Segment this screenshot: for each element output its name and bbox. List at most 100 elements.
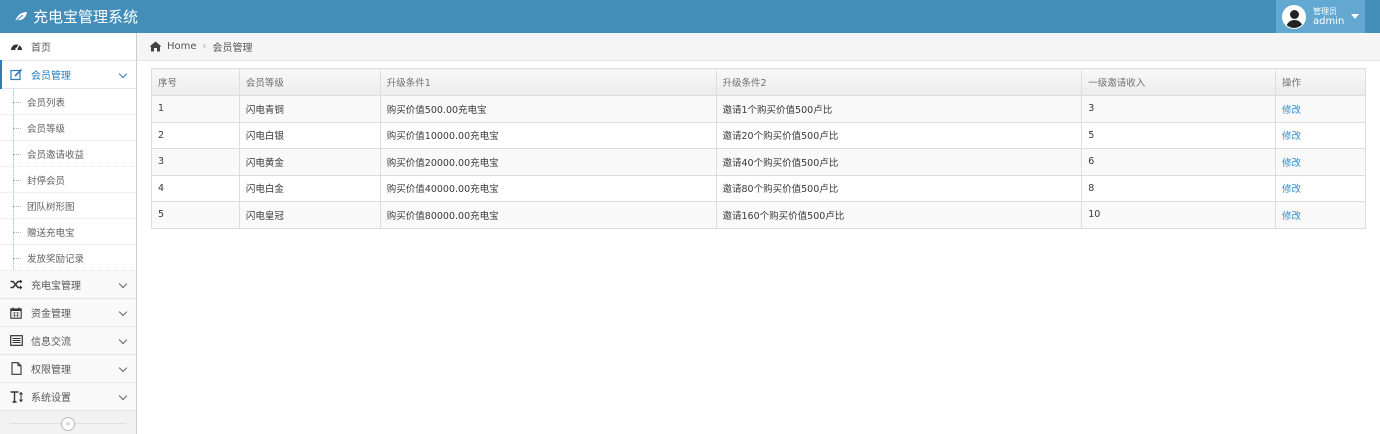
sidebar-item-member-management[interactable]: 会员管理 (0, 60, 136, 89)
cell-condition2: 邀请160个购买价值500卢比 (715, 201, 1083, 229)
user-info: 管理员 admin (1313, 7, 1344, 27)
shuffle-icon (9, 278, 23, 292)
cell-condition2: 邀请40个购买价值500卢比 (715, 148, 1083, 176)
cell-invite-income: 5 (1081, 121, 1277, 149)
sidebar-item-permission-management[interactable]: 权限管理 (0, 355, 136, 383)
sidebar-item-powerbank-management[interactable]: 充电宝管理 (0, 271, 136, 299)
sidebar-item-label: 资金管理 (31, 309, 71, 320)
file-icon (9, 362, 23, 376)
app-title: 充电宝管理系统 (33, 8, 139, 26)
submenu-member-list[interactable]: 会员列表 (0, 89, 136, 115)
cell-action: 修改 (1275, 201, 1366, 229)
cell-invite-income: 10 (1081, 201, 1277, 229)
sidebar-item-label: 权限管理 (31, 365, 71, 376)
chevron-down-icon (118, 69, 128, 79)
table-row: 1 闪电青铜 购买价值500.00充电宝 邀请1个购买价值500卢比 3 修改 (151, 95, 1366, 123)
top-navbar: 充电宝管理系统 管理员 admin (0, 0, 1380, 33)
column-header: 一级邀请收入 (1081, 68, 1277, 96)
tachometer-icon (9, 40, 23, 54)
sidebar: 首页 会员管理 会员列表 会员等级 会员邀请收益 封停会员 团队树形图 赠送充电… (0, 33, 137, 434)
sidebar-item-label: 首页 (31, 43, 51, 54)
member-level-table-container: 序号 会员等级 升级条件1 升级条件2 一级邀请收入 操作 1 闪电青铜 购买价… (151, 68, 1366, 229)
sidebar-item-label: 充电宝管理 (31, 281, 81, 292)
cell-action: 修改 (1275, 121, 1366, 149)
cell-index: 5 (151, 201, 240, 229)
breadcrumb-separator: › (202, 41, 207, 52)
cell-level: 闪电黄金 (238, 148, 381, 176)
brand[interactable]: 充电宝管理系统 (14, 0, 138, 33)
edit-link[interactable]: 修改 (1282, 184, 1301, 195)
cell-condition1: 购买价值40000.00充电宝 (379, 174, 717, 202)
cell-action: 修改 (1275, 95, 1366, 123)
collapse-sidebar-button[interactable]: « (61, 416, 75, 431)
cell-index: 2 (151, 121, 240, 149)
avatar (1282, 4, 1306, 29)
cell-condition2: 邀请80个购买价值500卢比 (715, 174, 1083, 202)
cell-condition1: 购买价值80000.00充电宝 (379, 201, 717, 229)
cell-index: 1 (151, 95, 240, 123)
cell-condition1: 购买价值500.00充电宝 (379, 95, 717, 123)
home-icon (149, 41, 162, 52)
sidebar-item-label: 信息交流 (31, 337, 71, 348)
cell-level: 闪电白金 (238, 174, 381, 202)
edit-link[interactable]: 修改 (1282, 131, 1301, 142)
table-header-row: 序号 会员等级 升级条件1 升级条件2 一级邀请收入 操作 (151, 68, 1366, 96)
sidebar-item-info-exchange[interactable]: 信息交流 (0, 327, 136, 355)
edit-link[interactable]: 修改 (1282, 105, 1301, 116)
member-submenu: 会员列表 会员等级 会员邀请收益 封停会员 团队树形图 赠送充电宝 发放奖励记录 (0, 89, 136, 271)
submenu-team-tree[interactable]: 团队树形图 (0, 193, 136, 219)
sidebar-item-label: 系统设置 (31, 393, 71, 404)
cell-action: 修改 (1275, 174, 1366, 202)
list-alt-icon (9, 334, 23, 348)
edit-icon (9, 68, 23, 82)
breadcrumb-home-link[interactable]: Home (167, 41, 197, 52)
cell-level: 闪电白银 (238, 121, 381, 149)
chevron-down-icon (118, 363, 128, 373)
table-row: 3 闪电黄金 购买价值20000.00充电宝 邀请40个购买价值500卢比 6 … (151, 148, 1366, 176)
sidebar-collapse-bar: « (0, 413, 136, 434)
table-row: 4 闪电白金 购买价值40000.00充电宝 邀请80个购买价值500卢比 8 … (151, 174, 1366, 202)
text-height-icon (9, 390, 23, 404)
sidebar-item-fund-management[interactable]: 资金管理 (0, 299, 136, 327)
column-header: 操作 (1275, 68, 1366, 96)
chevron-down-icon (118, 307, 128, 317)
cell-level: 闪电青铜 (238, 95, 381, 123)
chevron-down-icon (118, 391, 128, 401)
edit-link[interactable]: 修改 (1282, 211, 1301, 222)
user-name: admin (1313, 15, 1345, 27)
cell-index: 4 (151, 174, 240, 202)
breadcrumb-current: 会员管理 (212, 43, 253, 54)
submenu-reward-records[interactable]: 发放奖励记录 (0, 245, 136, 271)
cell-condition1: 购买价值20000.00充电宝 (379, 148, 717, 176)
cell-condition2: 邀请1个购买价值500卢比 (715, 95, 1083, 123)
cell-invite-income: 6 (1081, 148, 1277, 176)
cell-condition1: 购买价值10000.00充电宝 (379, 121, 717, 149)
caret-down-icon (1351, 14, 1360, 19)
sidebar-item-system-settings[interactable]: 系统设置 (0, 383, 136, 411)
submenu-invite-income[interactable]: 会员邀请收益 (0, 141, 136, 167)
sidebar-item-label: 会员管理 (31, 71, 71, 82)
cell-index: 3 (151, 148, 240, 176)
column-header: 序号 (151, 68, 240, 96)
cell-invite-income: 8 (1081, 174, 1277, 202)
user-role: 管理员 (1313, 6, 1337, 16)
submenu-member-level[interactable]: 会员等级 (0, 115, 136, 141)
user-menu[interactable]: 管理员 admin (1276, 0, 1365, 33)
member-level-table: 序号 会员等级 升级条件1 升级条件2 一级邀请收入 操作 1 闪电青铜 购买价… (151, 68, 1366, 229)
table-row: 5 闪电皇冠 购买价值80000.00充电宝 邀请160个购买价值500卢比 1… (151, 201, 1366, 229)
breadcrumb: Home › 会员管理 (137, 33, 1380, 61)
submenu-gift-powerbank[interactable]: 赠送充电宝 (0, 219, 136, 245)
leaf-icon (15, 11, 27, 22)
cell-action: 修改 (1275, 148, 1366, 176)
edit-link[interactable]: 修改 (1282, 158, 1301, 169)
calendar-icon (9, 306, 23, 320)
submenu-banned-members[interactable]: 封停会员 (0, 167, 136, 193)
cell-level: 闪电皇冠 (238, 201, 381, 229)
table-row: 2 闪电白银 购买价值10000.00充电宝 邀请20个购买价值500卢比 5 … (151, 121, 1366, 149)
chevron-down-icon (118, 279, 128, 289)
column-header: 会员等级 (238, 68, 381, 96)
sidebar-item-home[interactable]: 首页 (0, 33, 136, 61)
cell-invite-income: 3 (1081, 95, 1277, 123)
cell-condition2: 邀请20个购买价值500卢比 (715, 121, 1083, 149)
column-header: 升级条件1 (379, 68, 717, 96)
